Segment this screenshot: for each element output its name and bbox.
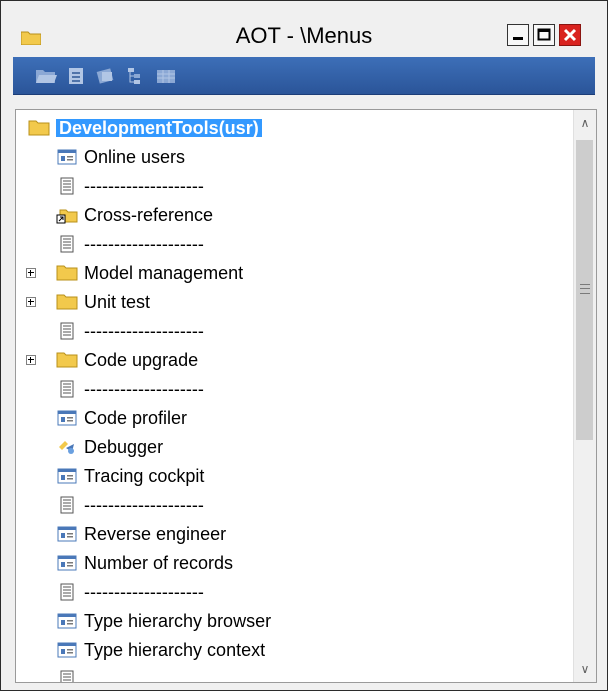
tree-item-label: Number of records — [84, 553, 234, 573]
separator-icon — [60, 177, 74, 195]
aot-window: AOT - \Menus DevelopmentTools(usr) Onlin… — [0, 0, 608, 691]
menu-item-display-icon — [57, 468, 77, 484]
folder-icon — [56, 265, 78, 281]
expand-icon[interactable] — [26, 355, 36, 365]
tree-item-label: -------------------- — [84, 234, 204, 254]
tree-item-label: -------------------- — [84, 176, 204, 196]
menu-item-display-icon — [57, 526, 77, 542]
tree-item-label: Cross-reference — [84, 205, 214, 225]
menu-item-display-icon — [57, 642, 77, 658]
folder-icon — [56, 294, 78, 310]
menu-item-display-icon — [57, 149, 77, 165]
properties-icon[interactable] — [65, 67, 87, 85]
tree-item-label: Code profiler — [84, 408, 188, 428]
tree-item-label: -------------------- — [84, 582, 204, 602]
tree-item-label: Unit test — [84, 292, 151, 312]
separator-icon — [60, 235, 74, 253]
tree-item-label: -------------------- — [84, 379, 204, 399]
tree-item[interactable]: Unit test — [16, 288, 576, 316]
tree-item[interactable]: Code profiler — [16, 404, 576, 432]
tree-item-label: -------------------- — [84, 495, 204, 515]
minimize-button[interactable] — [507, 24, 529, 46]
tree-separator-item[interactable]: -------------------- — [16, 230, 576, 258]
tree-item-label: Tracing cockpit — [84, 466, 205, 486]
tree-item-label: Online users — [84, 147, 186, 167]
tree-separator-item[interactable]: -------------------- — [16, 172, 576, 200]
aot-tree[interactable]: DevelopmentTools(usr) Online users ------… — [15, 109, 597, 683]
tree-item-label: Debugger — [84, 437, 164, 457]
tree-item[interactable]: Reverse engineer — [16, 520, 576, 548]
separator-icon — [60, 670, 74, 682]
tree-separator-item[interactable] — [16, 665, 576, 682]
tree-root-label[interactable]: DevelopmentTools(usr) — [56, 119, 262, 137]
menu-item-display-icon — [57, 555, 77, 571]
menu-item-display-icon — [57, 410, 77, 426]
tree-item[interactable]: Type hierarchy browser — [16, 607, 576, 635]
tree-item-label: Reverse engineer — [84, 524, 227, 544]
tree-item[interactable]: Type hierarchy context — [16, 636, 576, 664]
tree-separator-item[interactable]: -------------------- — [16, 317, 576, 345]
tree-item-label: Type hierarchy context — [84, 640, 266, 660]
scroll-grip-icon — [580, 284, 590, 294]
maximize-button[interactable] — [533, 24, 555, 46]
expand-icon[interactable] — [26, 268, 36, 278]
tree-root[interactable]: DevelopmentTools(usr) — [16, 114, 576, 142]
folder-icon — [56, 352, 78, 368]
tree-item[interactable]: Model management — [16, 259, 576, 287]
tree-item-label: -------------------- — [84, 321, 204, 341]
tree-item[interactable]: Online users — [16, 143, 576, 171]
toolbar — [13, 57, 595, 95]
scroll-up-icon[interactable]: ∧ — [574, 112, 596, 134]
separator-icon — [60, 496, 74, 514]
title-bar[interactable]: AOT - \Menus — [1, 1, 607, 53]
separator-icon — [60, 322, 74, 340]
tree-item[interactable]: Cross-reference — [16, 201, 576, 229]
grid-icon[interactable] — [155, 67, 177, 85]
menu-item-display-icon — [57, 613, 77, 629]
vertical-scrollbar[interactable]: ∧ ∨ — [573, 110, 596, 682]
separator-icon — [60, 380, 74, 398]
compile-icon[interactable] — [95, 67, 117, 85]
close-icon — [563, 28, 577, 42]
hierarchy-icon[interactable] — [125, 67, 147, 85]
tree-item[interactable]: Number of records — [16, 549, 576, 577]
scroll-down-icon[interactable]: ∨ — [574, 658, 596, 680]
tree-item[interactable]: Code upgrade — [16, 346, 576, 374]
debugger-icon — [59, 441, 74, 454]
folder-open-icon — [28, 120, 50, 136]
tree-item[interactable]: Tracing cockpit — [16, 462, 576, 490]
maximize-icon — [537, 28, 551, 41]
tree-item-label: Model management — [84, 263, 244, 283]
tree-separator-item[interactable]: -------------------- — [16, 578, 576, 606]
tree-separator-item[interactable]: -------------------- — [16, 491, 576, 519]
minimize-icon — [513, 37, 523, 40]
expand-icon[interactable] — [26, 297, 36, 307]
tree-item[interactable]: Debugger — [16, 433, 576, 461]
tree-separator-item[interactable]: -------------------- — [16, 375, 576, 403]
close-button[interactable] — [559, 24, 581, 46]
separator-icon — [60, 583, 74, 601]
menu-reference-icon — [56, 209, 78, 224]
tree-item-label: Type hierarchy browser — [84, 611, 272, 631]
tree-item-label: Code upgrade — [84, 350, 199, 370]
open-folder-icon[interactable] — [35, 67, 57, 85]
